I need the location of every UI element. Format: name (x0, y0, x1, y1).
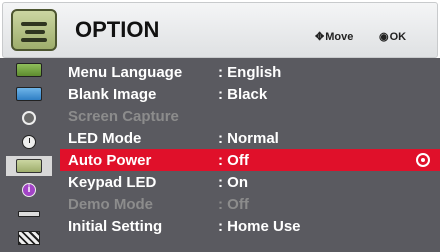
menu-item-label: Blank Image (68, 86, 157, 103)
option-icon (11, 9, 57, 51)
menu-item-value: : Normal (218, 130, 279, 147)
menu-item-label: Auto Power (68, 152, 152, 169)
ok-hint-label: OK (389, 31, 407, 43)
ok-hint: ◉OK (379, 30, 406, 43)
info-icon[interactable]: i (6, 180, 52, 200)
audio-icon[interactable] (6, 108, 52, 128)
menu-item-blank-image[interactable]: Blank Image : Black (60, 83, 440, 105)
option-menu-panel: OPTION ✥Move ◉OK i Menu Language : Engli… (0, 0, 440, 252)
move-hint: ✥Move (315, 30, 353, 43)
menu-item-value: : Off (218, 152, 249, 169)
menu-item-initial-setting[interactable]: Initial Setting : Home Use (60, 215, 440, 237)
screen-icon[interactable] (6, 84, 52, 104)
menu-item-label: Keypad LED (68, 174, 157, 191)
media-icon[interactable] (6, 228, 52, 248)
menu-item-led-mode[interactable]: LED Mode : Normal (60, 127, 440, 149)
menu-item-keypad-led[interactable]: Keypad LED : On (60, 171, 440, 193)
menu-item-value: : On (218, 174, 248, 191)
time-icon[interactable] (6, 132, 52, 152)
menu-item-value: : Black (218, 86, 268, 103)
menu-item-screen-capture: Screen Capture (60, 105, 440, 127)
page-title: OPTION (75, 17, 160, 42)
menu-item-label: Demo Mode (68, 196, 154, 213)
menu-item-label: Menu Language (68, 64, 183, 81)
picture-icon[interactable] (6, 60, 52, 80)
option-list: Menu Language : English Blank Image : Bl… (60, 58, 440, 252)
ok-dot-icon: ◉ (379, 31, 389, 43)
ok-dot-icon (416, 153, 430, 167)
option-category-icon[interactable] (6, 156, 52, 176)
menu-header: OPTION ✥Move ◉OK (2, 2, 438, 58)
menu-item-auto-power[interactable]: Auto Power : Off (60, 149, 440, 171)
menu-item-value: : Home Use (218, 218, 301, 235)
menu-item-label: Initial Setting (68, 218, 163, 235)
menu-item-menu-language[interactable]: Menu Language : English (60, 61, 440, 83)
menu-item-label: Screen Capture (68, 108, 179, 125)
usb-icon[interactable] (6, 204, 52, 224)
category-sidebar: i (0, 58, 60, 252)
menu-item-value: : English (218, 64, 282, 81)
menu-item-demo-mode: Demo Mode : Off (60, 193, 440, 215)
four-way-arrow-icon: ✥ (315, 31, 325, 43)
menu-item-value: : Off (218, 196, 249, 213)
menu-item-label: LED Mode (68, 130, 142, 147)
move-hint-label: Move (325, 31, 354, 43)
